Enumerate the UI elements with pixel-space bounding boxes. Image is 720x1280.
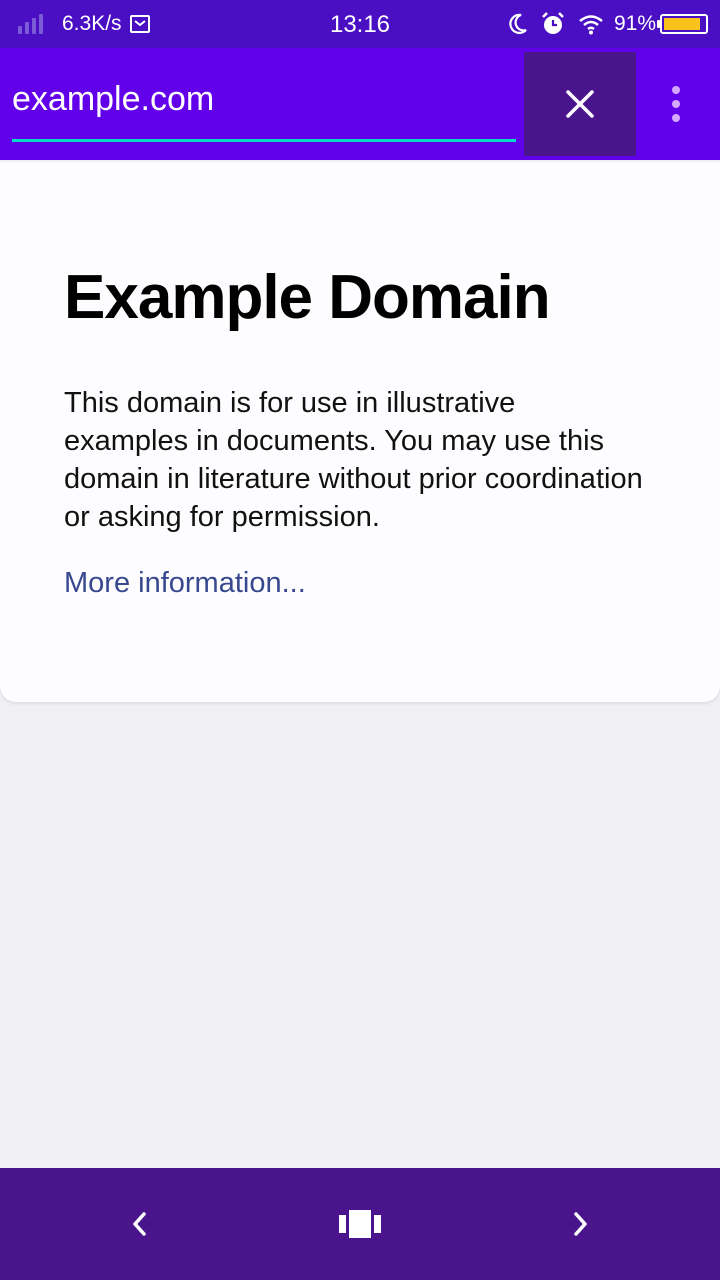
tabs-button[interactable] bbox=[330, 1196, 390, 1252]
page-description: This domain is for use in illustrative e… bbox=[64, 387, 643, 533]
alarm-icon bbox=[540, 11, 566, 37]
status-right: 91% bbox=[496, 0, 708, 48]
browser-toolbar: example.com bbox=[0, 48, 720, 160]
moon-icon bbox=[508, 13, 528, 35]
more-information-link[interactable]: More information... bbox=[64, 567, 306, 600]
forward-button[interactable] bbox=[550, 1196, 610, 1252]
url-field[interactable]: example.com bbox=[12, 62, 516, 142]
url-text[interactable]: example.com bbox=[12, 80, 214, 119]
back-button[interactable] bbox=[110, 1196, 170, 1252]
chevron-left-icon bbox=[133, 1212, 146, 1236]
bottom-navigation bbox=[0, 1168, 720, 1280]
chevron-right-icon bbox=[574, 1212, 587, 1236]
page-title: Example Domain bbox=[64, 263, 551, 332]
wifi-icon bbox=[578, 13, 604, 35]
battery-percent: 91% bbox=[613, 12, 656, 35]
tabs-icon bbox=[339, 1210, 381, 1238]
status-bar: 6.3K/s 13:16 91% bbox=[0, 0, 720, 48]
battery-icon bbox=[657, 14, 708, 34]
web-content-card: Example Domain This domain is for use in… bbox=[0, 162, 720, 702]
battery-level bbox=[664, 18, 701, 30]
close-button[interactable] bbox=[524, 52, 636, 156]
close-icon bbox=[566, 90, 594, 118]
more-vert-button[interactable] bbox=[648, 68, 704, 140]
